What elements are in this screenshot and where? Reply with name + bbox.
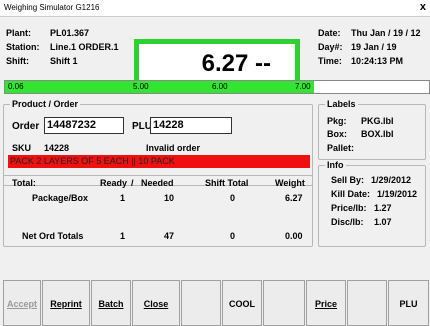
kill-date-value: 1/19/2012 [377,189,418,199]
totals-group: Total: Ready / Needed Shift Total Weight… [3,175,313,247]
time-value: 10:24:13 PM [351,56,404,66]
totals-header-needed: Needed [141,178,174,188]
order-status: Invalid order [146,143,201,153]
window-title: Weighing Simulator G1216 [4,3,100,12]
info-legend: Info [325,160,346,170]
row-netord-name: Net Ord Totals [22,231,84,241]
order-field[interactable]: 14487232 [44,117,124,134]
disc-label: Disc/lb: [331,217,364,227]
accept-button-label: Accept [6,299,37,309]
totals-header-slash: / [131,178,134,188]
weight-value: 6.27 -- [201,50,271,77]
plu-button[interactable]: PLU [388,280,429,326]
plu-field[interactable]: 14228 [150,117,232,134]
pkg-label: Pkg: [327,116,347,126]
sellby-value: 1/29/2012 [371,175,412,185]
date-label: Date: [318,28,341,38]
plant-value: PL01.367 [50,28,90,38]
disc-value: 1.07 [374,217,392,227]
product-order-legend: Product / Order [10,99,81,109]
plu-button-label: PLU [399,299,418,309]
price-value: 1.27 [374,203,392,213]
row-netord-ready: 1 [120,231,126,241]
kill-date-label: Kill Date: [331,189,371,199]
bar-label-target: 6.00 [212,82,228,91]
shift-label: Shift: [6,56,29,66]
reprint-button[interactable]: Reprint [42,280,90,326]
box-value: BOX.lbl [361,129,394,139]
price-button[interactable]: Price [306,280,346,326]
accept-button[interactable]: Accept [3,280,41,326]
empty-button-1[interactable] [181,280,221,326]
cool-button-label: COOL [229,299,255,309]
cool-button[interactable]: COOL [222,280,262,326]
batch-button[interactable]: Batch [91,280,131,326]
sku-value: 14228 [44,143,70,153]
pack-instruction-banner: PACK 2 LAYERS OF 5 EACH || 10 PACK [8,155,310,168]
labels-legend: Labels [325,99,358,109]
close-button-label: Close [143,299,169,309]
weight-range-bar: 0.06 5.00 6.00 7.00 [4,80,430,94]
row-package-shift: 0 [230,193,236,203]
row-netord-weight: 0.00 [285,231,303,241]
title-bar: Weighing Simulator G1216 x [0,0,430,16]
reprint-button-label: Reprint [50,299,82,309]
day-label: Day#: [318,42,343,52]
bar-label-high: 7.00 [295,82,311,91]
close-button[interactable]: Close [132,280,180,326]
totals-header-total: Total: [12,178,36,188]
price-button-label: Price [314,299,338,309]
totals-header-shift: Shift Total [205,178,249,188]
pkg-value: PKG.lbl [361,116,394,126]
day-value: 19 Jan / 19 [351,42,397,52]
totals-header-weight: Weight [275,178,305,188]
plu-label: PLU [132,121,152,132]
weight-range-fill [5,81,314,93]
date-value: Thu Jan / 19 / 12 [351,28,421,38]
totals-header-ready: Ready [100,178,128,188]
info-group: Info Sell By: 1/29/2012 Kill Date: 1/19/… [318,160,426,247]
row-package-ready: 1 [120,193,126,203]
empty-button-3[interactable] [347,280,387,326]
row-package-weight: 6.27 [285,193,303,203]
empty-button-2[interactable] [263,280,305,326]
sku-label: SKU [12,143,32,153]
station-value: Line.1 ORDER.1 [50,42,119,52]
bar-label-min: 0.06 [8,82,24,91]
close-icon[interactable]: x [420,1,426,13]
pallet-label: Pallet: [327,143,355,153]
row-package-name: Package/Box [32,193,89,203]
row-netord-shift: 0 [230,231,236,241]
product-order-group: Product / Order Order 14487232 PLU 14228… [3,99,313,186]
batch-button-label: Batch [98,299,124,309]
button-bar: Accept Reprint Batch Close COOL Price PL… [0,280,430,326]
shift-value: Shift 1 [50,56,78,66]
row-package-needed: 10 [164,193,175,203]
price-label: Price/lb: [331,203,367,213]
labels-group: Labels Pkg: PKG.lbl Box: BOX.lbl Pallet: [318,99,426,160]
time-label: Time: [318,56,342,66]
row-netord-needed: 47 [164,231,175,241]
station-label: Station: [6,42,40,52]
box-label: Box: [327,129,347,139]
sellby-label: Sell By: [331,175,365,185]
plant-label: Plant: [6,28,32,38]
order-label: Order [12,121,40,132]
bar-label-low: 5.00 [133,82,149,91]
